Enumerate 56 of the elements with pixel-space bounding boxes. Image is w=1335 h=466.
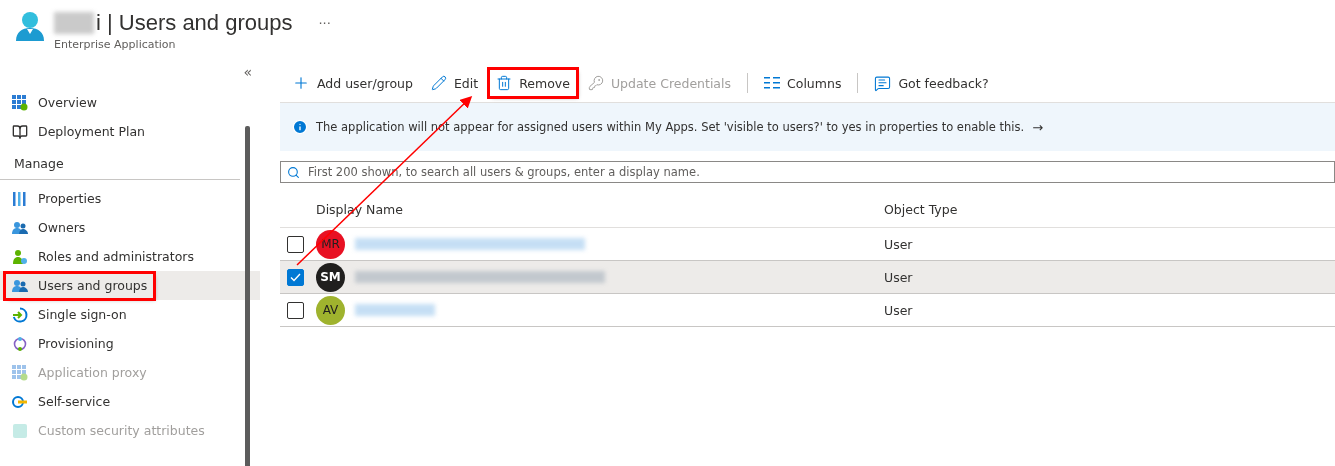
arrow-link[interactable]: → bbox=[1032, 119, 1044, 135]
toolbar-button[interactable]: Columns bbox=[758, 70, 848, 96]
sidebar-item[interactable]: Provisioning bbox=[0, 329, 260, 358]
user-icon bbox=[14, 10, 46, 42]
pencil-icon bbox=[430, 75, 447, 91]
table-row[interactable]: AV User bbox=[280, 294, 1335, 327]
table-row[interactable]: MR User bbox=[280, 228, 1335, 261]
info-icon bbox=[292, 119, 308, 135]
person-icon bbox=[12, 248, 28, 265]
grid-icon bbox=[12, 94, 28, 111]
sidebar-item[interactable]: Deployment Plan bbox=[0, 117, 260, 146]
sidebar-item[interactable]: Users and groups bbox=[0, 271, 260, 300]
scrollbar[interactable] bbox=[245, 126, 250, 466]
grid-icon bbox=[12, 364, 28, 381]
row-checkbox[interactable] bbox=[287, 235, 304, 253]
table-cell-text: User bbox=[884, 236, 914, 252]
toolbar-button[interactable]: Add user/group bbox=[286, 69, 419, 97]
more-options[interactable]: ··· bbox=[318, 15, 331, 31]
sidebar-item[interactable]: Self-service bbox=[0, 387, 260, 416]
people-icon bbox=[12, 219, 28, 236]
row-checkbox[interactable] bbox=[287, 301, 304, 319]
sidebar-item[interactable]: Roles and administrators bbox=[0, 242, 260, 271]
column-header[interactable]: Object Type bbox=[884, 201, 1335, 217]
checkmark-icon bbox=[290, 272, 301, 282]
bars-icon bbox=[12, 190, 28, 207]
toolbar-button[interactable]: Remove bbox=[490, 70, 576, 96]
blurred-text bbox=[54, 12, 94, 34]
people-icon bbox=[12, 277, 28, 294]
plus-icon bbox=[292, 74, 310, 92]
section-heading: Manage bbox=[0, 146, 240, 180]
avatar: AV bbox=[316, 295, 345, 325]
avatar: SM bbox=[316, 262, 345, 292]
table-row[interactable]: SM User bbox=[280, 261, 1335, 294]
trash-icon bbox=[496, 75, 513, 91]
sidebar-item[interactable]: Overview bbox=[0, 88, 260, 117]
table-cell-text: User bbox=[884, 302, 914, 318]
sidebar-item[interactable]: Owners bbox=[0, 213, 260, 242]
columns-icon bbox=[764, 77, 780, 89]
feedback-icon bbox=[874, 74, 892, 92]
cycle-icon bbox=[12, 335, 28, 352]
sidebar-item[interactable]: Single sign-on bbox=[0, 300, 260, 329]
page-title: i | Users and groups bbox=[96, 10, 293, 36]
row-checkbox[interactable] bbox=[287, 268, 304, 286]
avatar: MR bbox=[316, 229, 345, 259]
key-icon bbox=[587, 75, 604, 91]
sign-in-icon bbox=[12, 306, 28, 323]
tag-icon bbox=[12, 422, 28, 439]
book-icon bbox=[12, 123, 28, 140]
table-cell-text: User bbox=[884, 269, 914, 285]
sidebar-item[interactable]: Properties bbox=[0, 184, 260, 213]
toolbar-button[interactable]: Edit bbox=[424, 70, 485, 96]
page-subtitle: Enterprise Application bbox=[54, 38, 177, 51]
key-icon bbox=[12, 393, 28, 410]
collapse-button[interactable]: « bbox=[243, 64, 252, 80]
toolbar-button[interactable]: Got feedback? bbox=[868, 69, 995, 97]
search-icon bbox=[287, 165, 300, 179]
